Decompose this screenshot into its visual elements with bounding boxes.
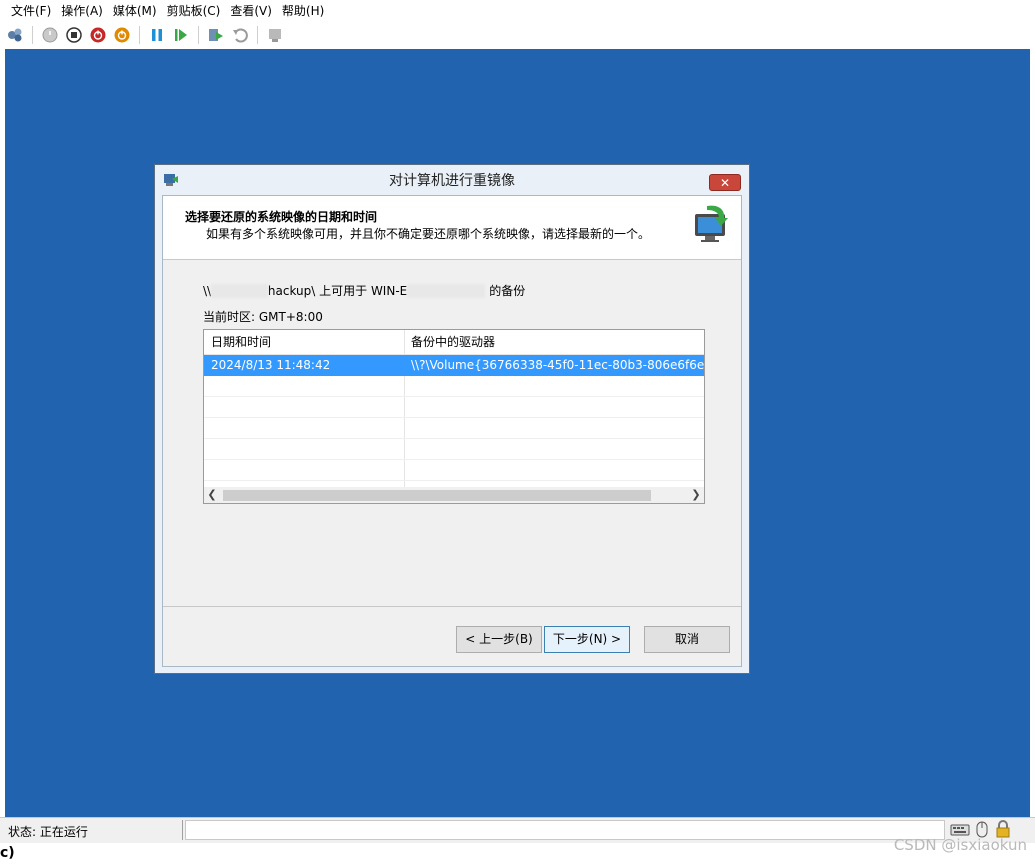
column-header-drives[interactable]: 备份中的驱动器 (404, 330, 704, 354)
table-row (204, 418, 704, 439)
dialog-body: 选择要还原的系统映像的日期和时间 如果有多个系统映像可用，并且你不确定要还原哪个… (162, 195, 742, 667)
footer-separator (163, 606, 741, 607)
start-icon[interactable] (41, 26, 59, 44)
menu-file[interactable]: 文件(F) (6, 0, 56, 22)
header-title: 选择要还原的系统映像的日期和时间 (185, 210, 378, 224)
dialog-title: 对计算机进行重镜像 (389, 173, 515, 189)
dialog-titlebar[interactable]: 对计算机进行重镜像 ✕ (155, 165, 749, 195)
cell-date: 2024/8/13 11:48:42 (211, 358, 331, 372)
shutdown-icon[interactable] (89, 26, 107, 44)
menu-action[interactable]: 操作(A) (56, 0, 108, 22)
menu-clipboard[interactable]: 剪贴板(C) (162, 0, 226, 22)
location-prefix: \\ (203, 284, 212, 298)
location-mid: hackup\ 上可用于 WIN-E (267, 284, 408, 298)
bottom-strip (0, 843, 1035, 864)
header-subtitle: 如果有多个系统映像可用，并且你不确定要还原哪个系统映像，请选择最新的一个。 (206, 227, 651, 241)
status-text: 状态: 正在运行 (8, 825, 88, 839)
redacted-hostname: xxxxxxxxxxx (407, 284, 486, 298)
menu-bar: 文件(F) 操作(A) 媒体(M) 剪贴板(C) 查看(V) 帮助(H) (0, 0, 1035, 22)
status-separator (182, 820, 183, 840)
ctrl-alt-del-icon[interactable] (6, 26, 24, 44)
toolbar (0, 22, 1035, 48)
toolbar-separator (32, 26, 33, 44)
checkpoint-icon[interactable] (207, 26, 225, 44)
pause-icon[interactable] (148, 26, 166, 44)
backup-list[interactable]: 日期和时间 备份中的驱动器 2024/8/13 11:48:42 \\?\Vol… (203, 329, 705, 504)
next-button[interactable]: 下一步(N) > (544, 626, 630, 653)
table-row (204, 460, 704, 481)
reimage-app-icon (163, 173, 179, 190)
cancel-button[interactable]: 取消 (644, 626, 730, 653)
close-button[interactable]: ✕ (709, 174, 741, 191)
table-row (204, 397, 704, 418)
table-row (204, 439, 704, 460)
power-icon[interactable] (113, 26, 131, 44)
enhanced-session-icon[interactable] (266, 26, 284, 44)
toolbar-separator (257, 26, 258, 44)
watermark: CSDN @isxiaokun (893, 836, 1027, 854)
cell-drives: \\?\Volume{36766338-45f0-11ec-80b3-806e6… (411, 358, 704, 372)
table-row (204, 376, 704, 397)
menu-view[interactable]: 查看(V) (225, 0, 277, 22)
back-button[interactable]: < 上一步(B) (456, 626, 542, 653)
status-bar: 状态: 正在运行 (0, 817, 1035, 843)
dialog-header: 选择要还原的系统映像的日期和时间 如果有多个系统映像可用，并且你不确定要还原哪个… (163, 196, 741, 260)
menu-media[interactable]: 媒体(M) (108, 0, 162, 22)
backup-location: \\xxxxxxxxhackup\ 上可用于 WIN-Exxxxxxxxxxx … (203, 282, 525, 299)
timezone-label: 当前时区: GMT+8:00 (203, 310, 323, 324)
menu-help[interactable]: 帮助(H) (277, 0, 329, 22)
scrollbar-thumb[interactable] (223, 490, 651, 501)
reimage-dialog: 对计算机进行重镜像 ✕ 选择要还原的系统映像的日期和时间 如果有多个系统映像可用… (154, 164, 750, 674)
revert-icon[interactable] (231, 26, 249, 44)
scroll-right-icon[interactable]: ❯ (688, 487, 704, 503)
location-suffix: 的备份 (489, 284, 526, 298)
list-header: 日期和时间 备份中的驱动器 (204, 330, 704, 355)
horizontal-scrollbar[interactable]: ❮ ❯ (204, 487, 704, 503)
toolbar-separator (139, 26, 140, 44)
redacted-share: xxxxxxxx (211, 284, 268, 298)
status-field (185, 820, 945, 840)
column-header-date[interactable]: 日期和时间 (204, 330, 404, 354)
table-row[interactable]: 2024/8/13 11:48:42 \\?\Volume{36766338-4… (204, 355, 704, 376)
toolbar-separator (198, 26, 199, 44)
computer-restore-icon (691, 202, 733, 249)
scroll-left-icon[interactable]: ❮ (204, 487, 220, 503)
resume-icon[interactable] (172, 26, 190, 44)
turn-off-icon[interactable] (65, 26, 83, 44)
bottom-text: c) (0, 845, 15, 861)
